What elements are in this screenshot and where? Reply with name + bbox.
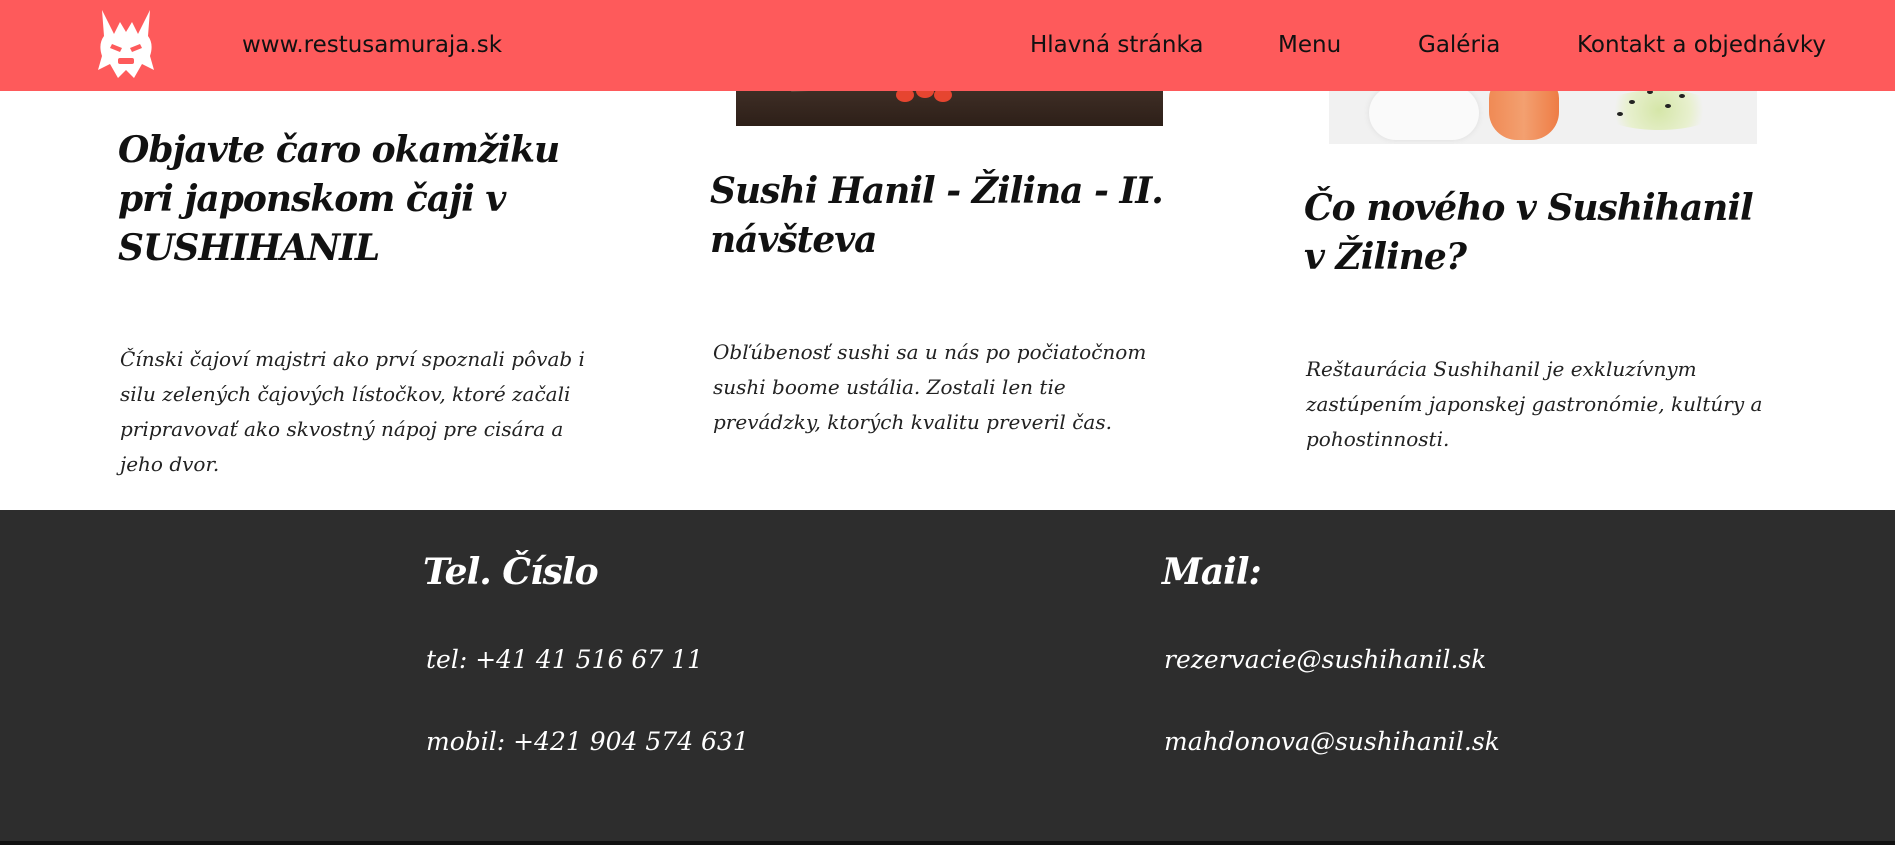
- nav-contact[interactable]: Kontakt a objednávky: [1577, 32, 1826, 58]
- main-nav: Hlavná stránka Menu Galéria Kontakt a ob…: [0, 32, 1895, 62]
- article-excerpt: Reštaurácia Sushihanil je exkluzívnym za…: [1306, 357, 1763, 451]
- article-title[interactable]: Sushi Hanil - Žilina - II. návšteva: [710, 167, 1170, 265]
- article-excerpt: Obľúbenosť sushi sa u nás po počiatočnom…: [713, 340, 1147, 434]
- rice: [1369, 86, 1479, 140]
- nav-gallery[interactable]: Galéria: [1418, 32, 1500, 58]
- sesame-seed: [1665, 104, 1671, 108]
- site-header: www.restusamuraja.sk Hlavná stránka Menu…: [0, 0, 1895, 91]
- mail-heading: Mail:: [1162, 551, 1262, 593]
- nav-menu[interactable]: Menu: [1278, 32, 1341, 58]
- sprouts: [1599, 90, 1719, 130]
- article-excerpt: Čínski čajoví majstri ako prví spoznali …: [120, 347, 585, 476]
- sesame-seed: [1617, 112, 1623, 116]
- email-contact-link[interactable]: mahdonova@sushihanil.sk: [1164, 725, 1500, 759]
- sesame-seed: [1679, 94, 1685, 98]
- article-title[interactable]: Objavte čaro okamžiku pri japonskom čaji…: [118, 126, 598, 273]
- email-reservations-link[interactable]: rezervacie@sushihanil.sk: [1164, 643, 1486, 677]
- footer-bottom-edge: [0, 841, 1895, 845]
- article-title[interactable]: Čo nového v Sushihanil v Žiline?: [1304, 184, 1764, 282]
- phone-mobile-link[interactable]: mobil: +421 904 574 631: [426, 725, 749, 759]
- phone-tel-link[interactable]: tel: +41 41 516 67 11: [426, 643, 703, 677]
- sesame-seed: [1629, 100, 1635, 104]
- phone-heading: Tel. Číslo: [423, 551, 599, 593]
- site-footer: Tel. Číslo Mail: tel: +41 41 516 67 11 m…: [0, 510, 1895, 845]
- nav-home[interactable]: Hlavná stránka: [1030, 32, 1204, 58]
